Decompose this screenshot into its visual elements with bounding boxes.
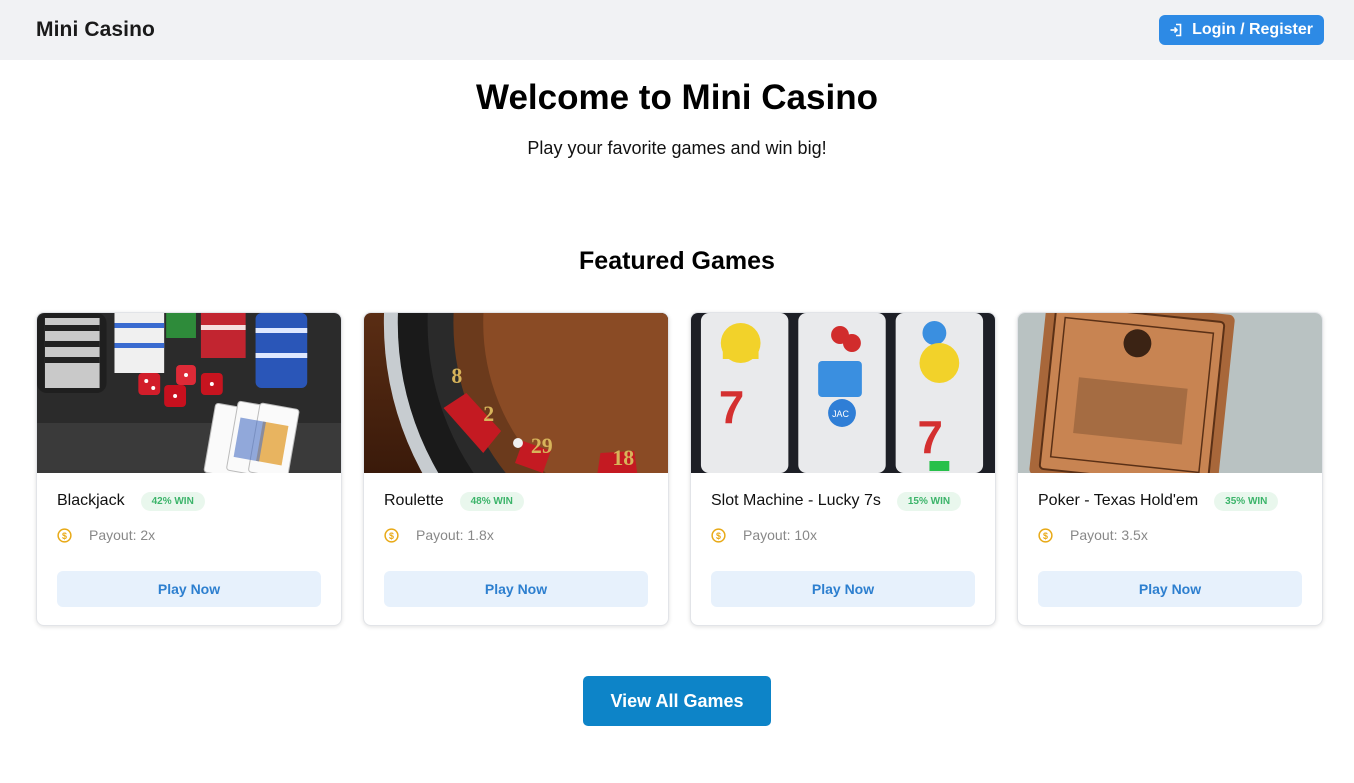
play-now-button[interactable]: Play Now	[711, 571, 975, 607]
svg-text:8: 8	[451, 363, 462, 388]
game-card-blackjack: Blackjack 42% WIN $ Payout: 2x Play Now	[36, 312, 342, 626]
play-now-button[interactable]: Play Now	[1038, 571, 1302, 607]
view-all-games-button[interactable]: View All Games	[583, 676, 771, 726]
login-register-label: Login / Register	[1192, 21, 1313, 38]
win-rate-badge: 15% WIN	[896, 491, 962, 511]
coin-dollar-icon: $	[1038, 527, 1053, 543]
svg-text:7: 7	[918, 412, 943, 463]
svg-text:JAC: JAC	[832, 409, 849, 419]
play-now-button[interactable]: Play Now	[57, 571, 321, 607]
svg-text:$: $	[62, 530, 67, 540]
featured-games-title: Featured Games	[579, 247, 775, 275]
svg-text:18: 18	[612, 445, 634, 470]
sign-in-icon	[1169, 23, 1183, 37]
brand-logo-text[interactable]: Mini Casino	[36, 18, 155, 42]
poker-image	[1018, 313, 1322, 473]
coin-dollar-icon: $	[57, 527, 72, 543]
svg-text:$: $	[389, 530, 394, 540]
login-register-button[interactable]: Login / Register	[1159, 15, 1324, 45]
slot-machine-image: 7 JAC 7	[691, 313, 995, 473]
game-name: Roulette	[384, 492, 444, 509]
payout-label: Payout: 1.8x	[416, 527, 494, 543]
win-rate-badge: 35% WIN	[1214, 491, 1279, 511]
svg-text:$: $	[1043, 530, 1048, 540]
game-name: Blackjack	[57, 492, 125, 509]
hero-section: Welcome to Mini Casino Play your favorit…	[0, 78, 1354, 159]
svg-text:7: 7	[719, 382, 744, 433]
win-rate-badge: 48% WIN	[459, 491, 524, 511]
game-name: Slot Machine - Lucky 7s	[711, 492, 881, 509]
win-rate-badge: 42% WIN	[140, 491, 205, 511]
featured-games-grid: Blackjack 42% WIN $ Payout: 2x Play Now	[0, 312, 1354, 626]
view-all-container: View All Games	[0, 676, 1354, 726]
game-card-roulette: 8 2 29 18 Roulette 48% WIN $ Payout: 1.8…	[363, 312, 669, 626]
blackjack-image	[37, 313, 341, 473]
coin-dollar-icon: $	[384, 527, 399, 543]
payout-label: Payout: 3.5x	[1070, 527, 1148, 543]
game-card-poker: Poker - Texas Hold'em 35% WIN $ Payout: …	[1017, 312, 1323, 626]
play-now-button[interactable]: Play Now	[384, 571, 648, 607]
svg-text:2: 2	[483, 401, 494, 426]
hero-subtitle: Play your favorite games and win big!	[527, 138, 827, 158]
top-navbar: Mini Casino Login / Register	[0, 0, 1354, 60]
payout-label: Payout: 2x	[89, 527, 156, 543]
coin-dollar-icon: $	[711, 527, 726, 543]
game-name: Poker - Texas Hold'em	[1038, 492, 1199, 509]
svg-text:$: $	[716, 530, 721, 540]
svg-text:29: 29	[531, 433, 553, 458]
hero-title: Welcome to Mini Casino	[476, 78, 878, 117]
roulette-image: 8 2 29 18	[364, 313, 668, 473]
game-card-slot-machine: 7 JAC 7 Slot Machine - Lucky 7s 15% WIN	[690, 312, 996, 626]
payout-label: Payout: 10x	[743, 527, 817, 543]
